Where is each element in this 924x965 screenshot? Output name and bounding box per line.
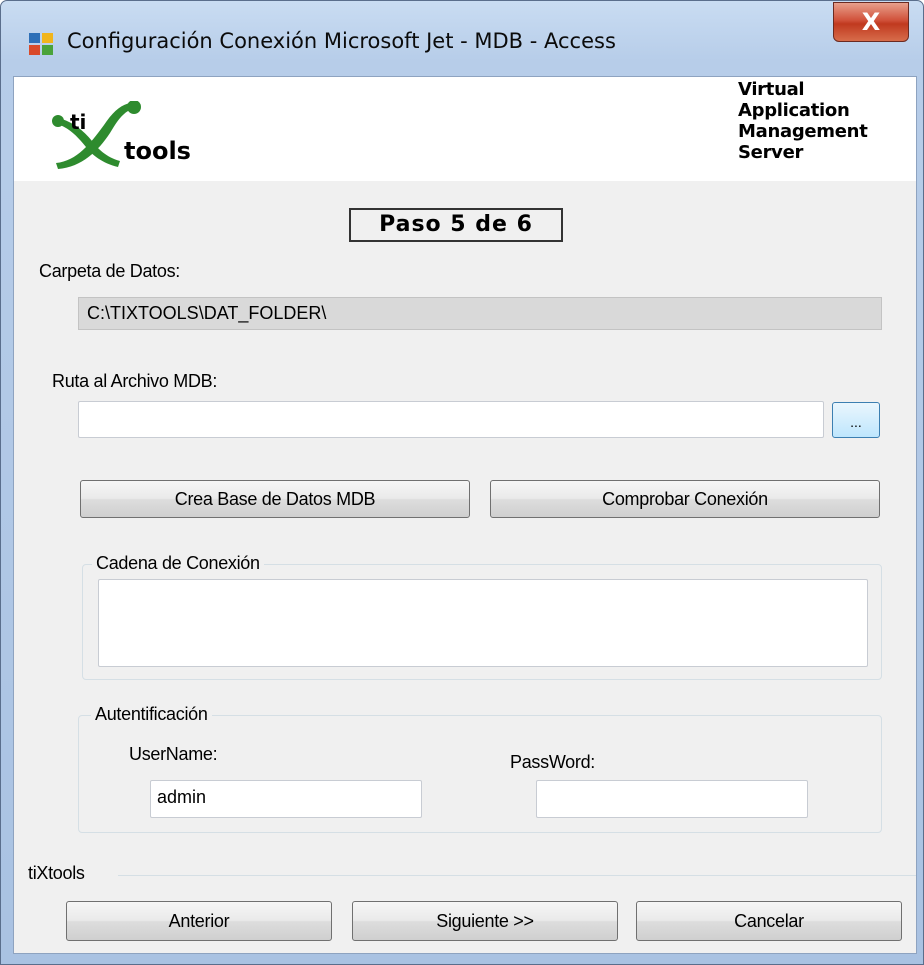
- mdb-path-label: Ruta al Archivo MDB:: [52, 371, 218, 391]
- product-line-2: Application: [738, 100, 850, 121]
- connection-string-group-label: Cadena de Conexión: [92, 553, 264, 574]
- close-icon[interactable]: X: [833, 2, 909, 42]
- create-database-button[interactable]: Crea Base de Datos MDB: [80, 480, 470, 518]
- password-label: PassWord:: [510, 752, 595, 772]
- mdb-path-input[interactable]: [78, 401, 824, 438]
- product-line-3: Management: [738, 121, 868, 142]
- data-folder-field: C:\TIXTOOLS\DAT_FOLDER\: [78, 297, 882, 330]
- browse-button[interactable]: ...: [832, 402, 880, 438]
- app-icon: [29, 33, 53, 55]
- username-input[interactable]: admin: [150, 780, 422, 818]
- authentication-group-label: Autentificación: [91, 704, 212, 725]
- dialog-window: Configuración Conexión Microsoft Jet - M…: [0, 0, 924, 965]
- tixtools-logo: ti tools: [52, 101, 191, 169]
- window-title: Configuración Conexión Microsoft Jet - M…: [67, 29, 616, 53]
- title-bar[interactable]: Configuración Conexión Microsoft Jet - M…: [1, 1, 923, 81]
- product-line-1: Virtual: [738, 79, 805, 100]
- data-folder-label: Carpeta de Datos:: [39, 261, 180, 281]
- test-connection-button[interactable]: Comprobar Conexión: [490, 480, 880, 518]
- footer-brand-label: tiXtools: [28, 863, 85, 883]
- back-button[interactable]: Anterior: [66, 901, 332, 941]
- logo-text-tools: tools: [124, 137, 191, 165]
- cancel-button[interactable]: Cancelar: [636, 901, 902, 941]
- header-banner: ti tools Virtual Application Management …: [14, 77, 916, 181]
- product-line-4: Server: [738, 142, 804, 163]
- next-button[interactable]: Siguiente >>: [352, 901, 618, 941]
- password-input[interactable]: [536, 780, 808, 818]
- username-label: UserName:: [129, 744, 218, 764]
- logo-text-ti: ti: [70, 110, 86, 134]
- footer-separator: [118, 875, 916, 876]
- dialog-client-area: ti tools Virtual Application Management …: [13, 76, 917, 954]
- step-indicator: Paso 5 de 6: [349, 208, 563, 242]
- product-name: Virtual Application Management Server: [738, 79, 868, 163]
- connection-string-textarea[interactable]: [98, 579, 868, 667]
